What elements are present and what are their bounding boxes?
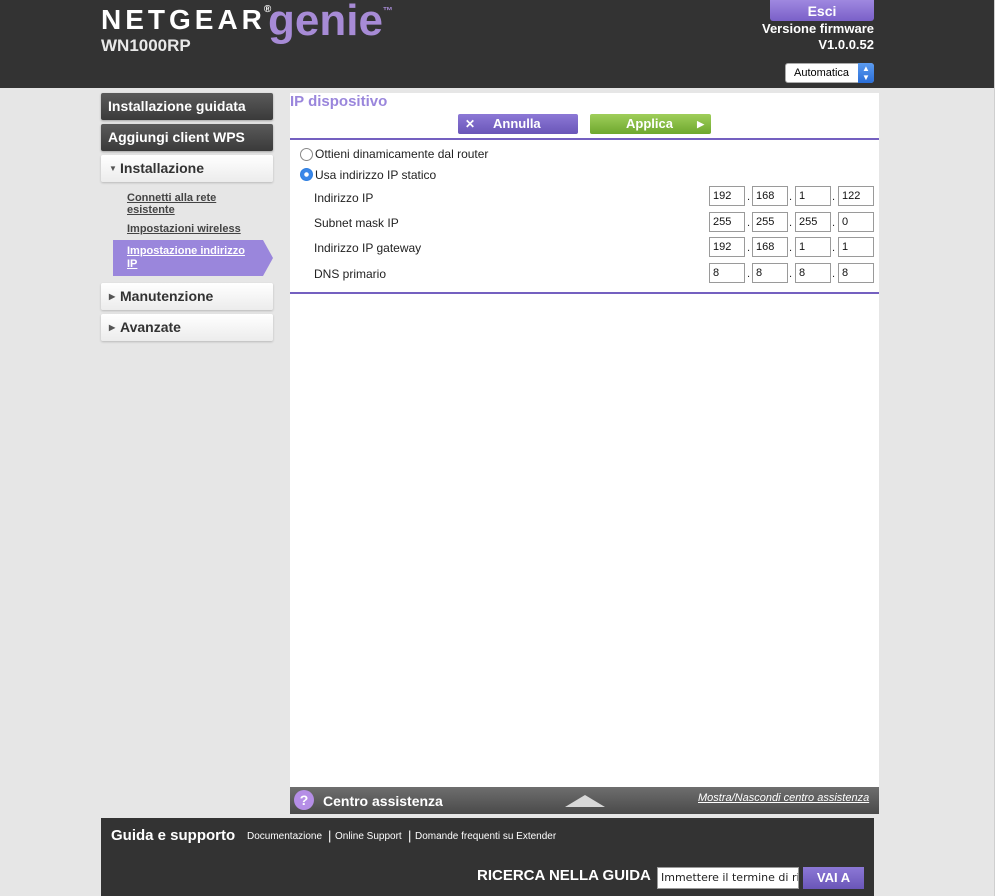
- netgear-logo: NETGEAR®: [101, 4, 271, 36]
- octet-separator: .: [747, 191, 751, 203]
- sidebar-section-advanced[interactable]: ▶ Avanzate: [101, 314, 273, 341]
- sidebar-item-wireless-settings[interactable]: Impostazioni wireless: [127, 223, 247, 235]
- background-window-edge: [994, 0, 999, 896]
- question-icon: ?: [294, 790, 314, 810]
- ip-address-octet-3[interactable]: 1: [795, 186, 831, 206]
- octet-separator: .: [832, 191, 836, 203]
- octet-separator: .: [789, 191, 793, 203]
- apply-button[interactable]: Applica ▶: [590, 114, 711, 134]
- gateway-octet-2[interactable]: 168: [752, 237, 788, 257]
- sidebar-section-setup[interactable]: ▼ Installazione: [101, 155, 273, 182]
- ip-address-octet-1[interactable]: 192: [709, 186, 745, 206]
- cancel-button[interactable]: ✕ Annulla: [458, 114, 578, 134]
- logout-button[interactable]: Esci: [770, 0, 874, 21]
- ip-address-label: Indirizzo IP: [314, 191, 374, 205]
- subnet-mask-octet-2[interactable]: 255: [752, 212, 788, 232]
- gateway-octet-4[interactable]: 1: [838, 237, 874, 257]
- help-center-title: Centro assistenza: [323, 793, 443, 809]
- triangle-right-icon: ▶: [109, 322, 116, 332]
- primary-dns-label: DNS primario: [314, 267, 387, 281]
- toggle-help-center-link[interactable]: Mostra/Nascondi centro assistenza: [698, 792, 869, 804]
- octet-separator: .: [789, 268, 793, 280]
- brand-text: NETGEAR: [101, 4, 266, 35]
- arrow-right-icon: ▶: [697, 119, 704, 129]
- octet-separator: .: [747, 217, 751, 229]
- search-go-button[interactable]: VAI A: [803, 867, 864, 889]
- gateway-label: Indirizzo IP gateway: [314, 241, 422, 255]
- documentation-link[interactable]: Documentazione: [247, 831, 322, 842]
- firmware-label: Versione firmware: [762, 21, 874, 36]
- octet-separator: .: [832, 217, 836, 229]
- divider-top: [290, 138, 879, 140]
- gateway-octet-3[interactable]: 1: [795, 237, 831, 257]
- advanced-section-label: Avanzate: [120, 319, 181, 335]
- help-search-label: RICERCA NELLA GUIDA: [477, 867, 651, 884]
- divider-bottom: [290, 292, 879, 294]
- page-title: IP dispositivo: [290, 93, 388, 110]
- subnet-mask-octet-3[interactable]: 255: [795, 212, 831, 232]
- link-separator: |: [408, 828, 412, 843]
- octet-separator: .: [832, 268, 836, 280]
- triangle-down-icon: ▼: [109, 163, 117, 173]
- subnet-mask-octet-4[interactable]: 0: [838, 212, 874, 232]
- octet-separator: .: [747, 268, 751, 280]
- firmware-version: V1.0.0.52: [818, 37, 874, 52]
- cancel-label: Annulla: [493, 116, 541, 131]
- radio-dynamic-label: Ottieni dinamicamente dal router: [315, 147, 489, 161]
- primary-dns-octet-3[interactable]: 8: [795, 263, 831, 283]
- radio-static-label: Usa indirizzo IP statico: [315, 168, 437, 182]
- primary-dns-octet-4[interactable]: 8: [838, 263, 874, 283]
- language-select[interactable]: Automatica ▲ ▼: [785, 63, 874, 83]
- gateway-octet-1[interactable]: 192: [709, 237, 745, 257]
- primary-dns-octet-2[interactable]: 8: [752, 263, 788, 283]
- product-text: genie: [268, 0, 383, 45]
- device-model: WN1000RP: [101, 36, 191, 55]
- online-support-link[interactable]: Online Support: [335, 831, 402, 842]
- octet-separator: .: [789, 242, 793, 254]
- radio-dynamic-ip[interactable]: [300, 148, 313, 161]
- ip-address-octet-2[interactable]: 168: [752, 186, 788, 206]
- radio-static-ip[interactable]: [300, 168, 313, 181]
- octet-separator: .: [747, 242, 751, 254]
- link-separator: |: [328, 828, 332, 843]
- apply-label: Applica: [626, 116, 673, 131]
- setup-wizard-button[interactable]: Installazione guidata: [101, 93, 273, 120]
- maintenance-section-label: Manutenzione: [120, 288, 214, 304]
- chevron-up-icon[interactable]: [565, 795, 605, 807]
- triangle-right-icon: ▶: [109, 291, 116, 301]
- primary-dns-octet-1[interactable]: 8: [709, 263, 745, 283]
- add-wps-client-button[interactable]: Aggiungi client WPS: [101, 124, 273, 151]
- genie-logo: genie™: [268, 0, 393, 46]
- close-icon: ✕: [465, 117, 476, 131]
- octet-separator: .: [789, 217, 793, 229]
- support-title: Guida e supporto: [111, 827, 236, 844]
- help-search-input[interactable]: Immettere il termine di ricerca: [657, 867, 799, 889]
- trademark-mark: ™: [382, 6, 393, 17]
- sidebar-item-ip-address-settings[interactable]: Impostazione indirizzo IP: [127, 245, 257, 271]
- ip-address-octet-4[interactable]: 122: [838, 186, 874, 206]
- setup-section-label: Installazione: [120, 160, 205, 176]
- language-value: Automatica: [794, 67, 850, 79]
- subnet-mask-octet-1[interactable]: 255: [709, 212, 745, 232]
- sidebar-item-connect-existing-network[interactable]: Connetti alla rete esistente: [127, 192, 247, 216]
- octet-separator: .: [832, 242, 836, 254]
- sidebar-section-maintenance[interactable]: ▶ Manutenzione: [101, 283, 273, 310]
- subnet-mask-label: Subnet mask IP: [314, 216, 399, 230]
- select-arrows-icon: ▲ ▼: [858, 63, 874, 83]
- extender-faq-link[interactable]: Domande frequenti su Extender: [415, 831, 556, 842]
